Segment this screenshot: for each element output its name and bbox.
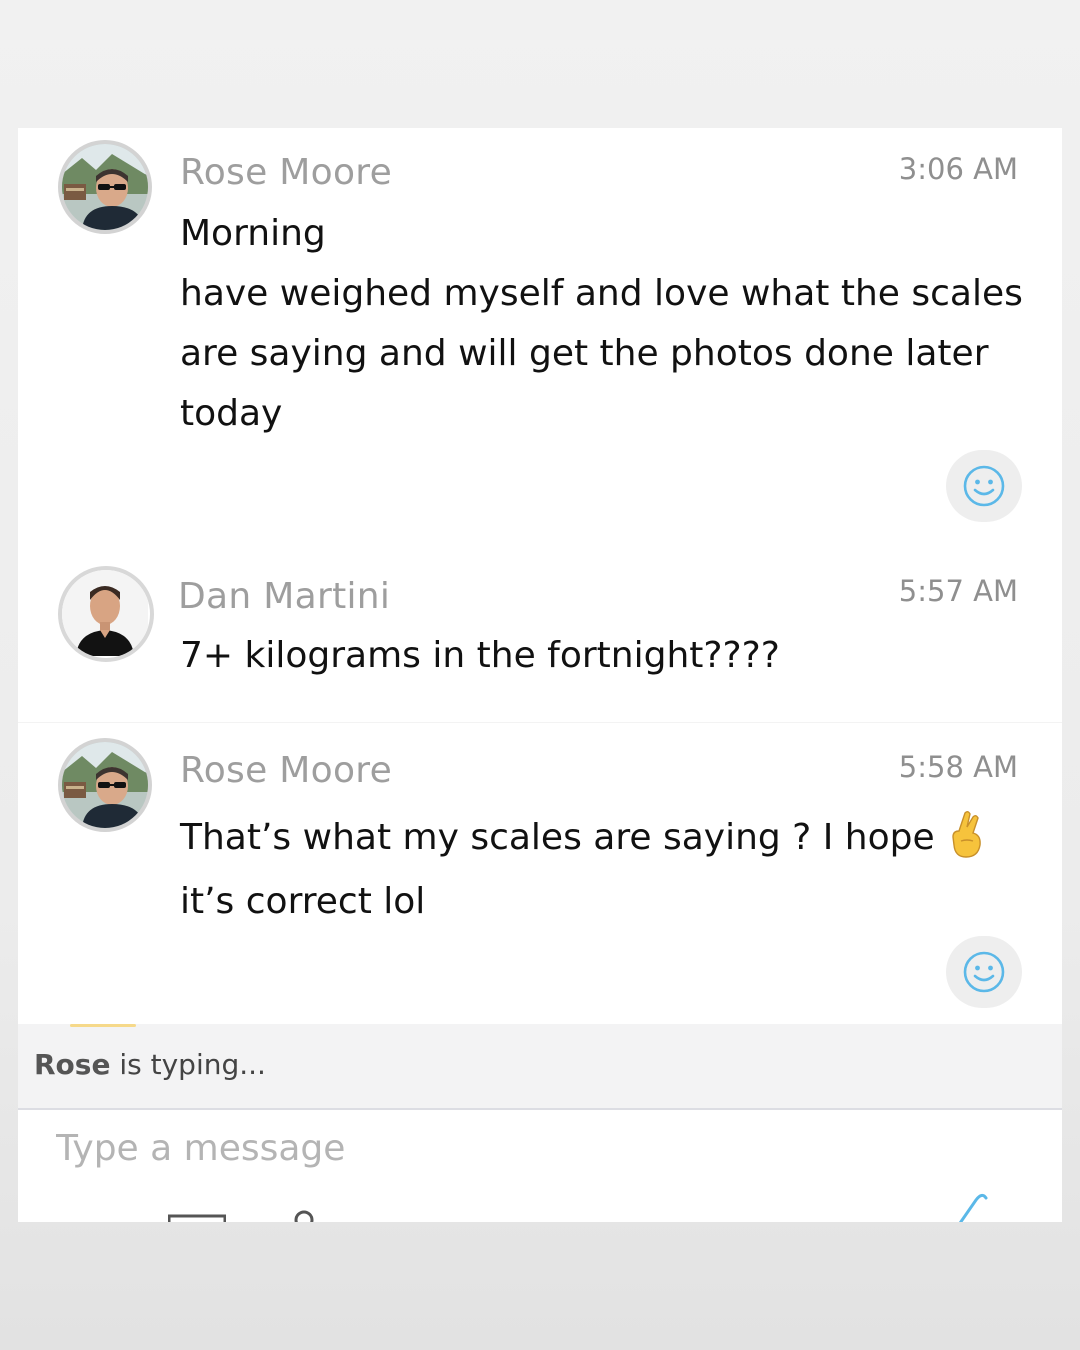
typing-indicator: Rose is typing... (18, 1024, 1062, 1110)
message-text: 7+ kilograms in the fortnight???? (180, 626, 1030, 686)
avatar[interactable] (58, 566, 154, 662)
message-timestamp: 5:57 AM (898, 574, 1018, 608)
message-item: Rose Moore 3:06 AM Morning have weighed … (18, 128, 1062, 568)
add-reaction-button[interactable] (946, 936, 1022, 1008)
smiley-face-icon (963, 465, 1005, 507)
message-timestamp: 3:06 AM (898, 152, 1018, 186)
typing-label: is typing... (110, 1048, 266, 1081)
message-input[interactable] (56, 1118, 916, 1178)
message-composer (18, 1110, 1062, 1222)
message-item: Dan Martini 5:57 AM 7+ kilograms in the … (18, 564, 1062, 724)
message-line: it’s correct lol (180, 881, 426, 922)
message-line-text: That’s what my scales are saying ? I hop… (180, 817, 935, 858)
profile-photo-icon (62, 570, 148, 656)
message-divider (18, 722, 1062, 723)
emoji-icon[interactable] (294, 1206, 314, 1222)
message-text: That’s what my scales are saying ? I hop… (180, 806, 1030, 934)
avatar[interactable] (58, 140, 152, 234)
sender-name: Dan Martini (178, 576, 391, 617)
sender-name: Rose Moore (180, 152, 393, 193)
message-line: That’s what my scales are saying ? I hop… (180, 806, 1030, 870)
add-reaction-button[interactable] (946, 450, 1022, 522)
message-line: have weighed myself and love what the sc… (180, 273, 1023, 434)
profile-photo-icon (62, 742, 148, 828)
message-text: Morning have weighed myself and love wha… (180, 204, 1030, 444)
typing-accent-line (70, 1024, 136, 1027)
message-line: 7+ kilograms in the fortnight???? (180, 635, 780, 676)
attachment-icon[interactable] (948, 1188, 988, 1222)
smiley-face-icon (963, 951, 1005, 993)
message-timestamp: 5:58 AM (898, 750, 1018, 784)
typing-status: Rose is typing... (34, 1048, 266, 1081)
message-item: Rose Moore 5:58 AM That’s what my scales… (18, 726, 1062, 1026)
image-icon[interactable] (168, 1206, 226, 1222)
message-line: Morning (180, 213, 326, 254)
crossed-fingers-emoji (951, 811, 981, 858)
avatar[interactable] (58, 738, 152, 832)
profile-photo-icon (62, 144, 148, 230)
chat-panel: Rose Moore 3:06 AM Morning have weighed … (18, 128, 1062, 1222)
sender-name: Rose Moore (180, 750, 393, 791)
typing-user-name: Rose (34, 1048, 111, 1081)
